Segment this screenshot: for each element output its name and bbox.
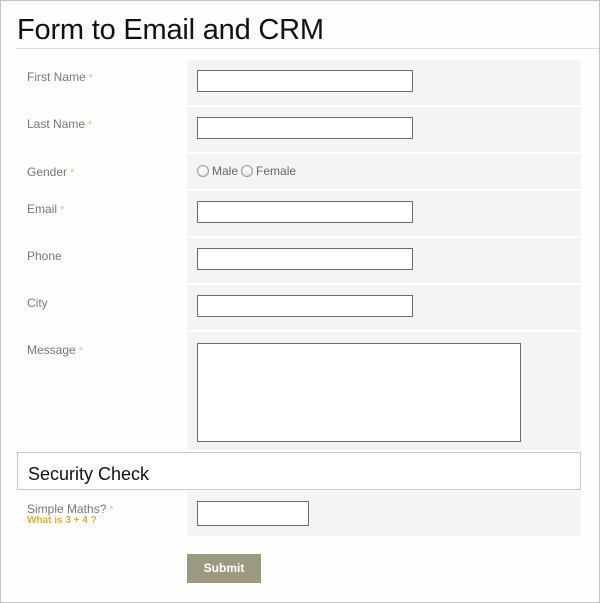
male-option-label[interactable]: Male [212, 164, 238, 178]
required-marker: * [88, 119, 93, 131]
required-marker: * [78, 345, 83, 357]
city-cell [187, 285, 581, 330]
gender-row: Gender * Male Female [0, 154, 600, 189]
female-option-label[interactable]: Female [256, 164, 296, 178]
female-radio[interactable] [241, 165, 254, 177]
first-name-input[interactable] [197, 70, 413, 92]
gender-label: Gender * [27, 165, 75, 179]
title-divider [16, 48, 599, 49]
male-radio[interactable] [197, 165, 209, 177]
gender-cell: Male Female [187, 154, 581, 189]
last-name-row: Last Name * [0, 107, 600, 152]
last-name-label: Last Name * [27, 117, 93, 131]
page-title: Form to Email and CRM [17, 14, 324, 46]
submit-button[interactable]: Submit [187, 554, 261, 583]
security-check-heading: Security Check [28, 464, 150, 484]
email-cell [187, 191, 581, 236]
city-row: City [0, 285, 600, 330]
phone-label: Phone [27, 249, 62, 263]
message-cell [187, 332, 581, 450]
captcha-row: Simple Maths? * What is 3 + 4 ? [0, 491, 600, 536]
captcha-label: Simple Maths? * [27, 502, 114, 516]
required-marker: * [70, 167, 75, 179]
captcha-question: What is 3 + 4 ? [27, 515, 97, 526]
message-row: Message * [0, 332, 600, 450]
email-label: Email * [27, 202, 65, 216]
message-label: Message * [27, 343, 83, 357]
phone-input[interactable] [197, 248, 413, 270]
phone-cell [187, 238, 581, 283]
city-input[interactable] [197, 295, 413, 317]
required-marker: * [88, 72, 93, 84]
last-name-input[interactable] [197, 117, 413, 139]
required-marker: * [60, 204, 65, 216]
city-label: City [27, 296, 48, 310]
email-row: Email * [0, 191, 600, 236]
last-name-cell [187, 107, 581, 152]
phone-row: Phone [0, 238, 600, 283]
first-name-cell [187, 60, 581, 105]
gender-radio-group: Male Female [197, 164, 299, 178]
first-name-row: First Name * [0, 60, 600, 105]
first-name-label: First Name * [27, 70, 93, 84]
security-check-section: Security Check [17, 452, 581, 490]
captcha-cell [187, 491, 581, 536]
required-marker: * [109, 504, 114, 516]
message-textarea[interactable] [197, 343, 521, 442]
email-input[interactable] [197, 201, 413, 223]
captcha-answer-input[interactable] [197, 501, 309, 526]
